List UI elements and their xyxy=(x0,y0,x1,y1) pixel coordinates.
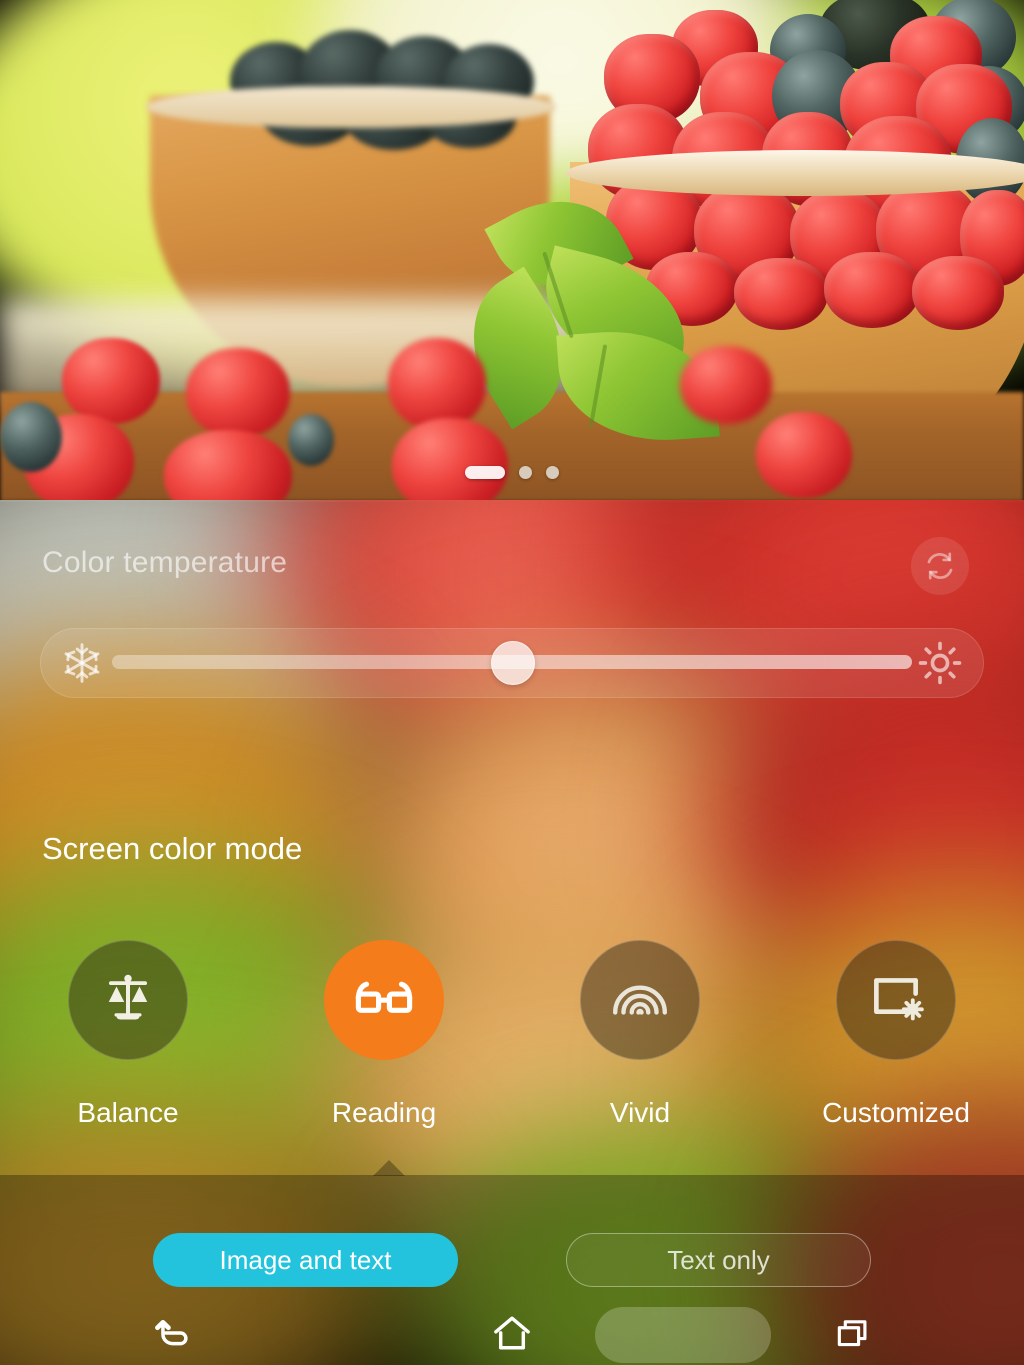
selection-pointer xyxy=(373,1160,405,1176)
nav-back-button[interactable] xyxy=(0,1305,341,1365)
page-dot-active[interactable] xyxy=(465,466,505,479)
mode-icon-circle[interactable] xyxy=(68,940,188,1060)
phone-screen: Color temperature Screen color mode Bala… xyxy=(0,0,1024,1365)
mode-option-balance[interactable]: Balance xyxy=(0,940,256,1129)
mode-option-vivid[interactable]: Vivid xyxy=(512,940,768,1129)
slider-thumb[interactable] xyxy=(491,641,535,685)
mode-icon-circle[interactable] xyxy=(580,940,700,1060)
screen-color-mode-label: Screen color mode xyxy=(42,831,303,866)
snowflake-icon xyxy=(60,641,104,685)
page-dot[interactable] xyxy=(546,466,559,479)
berries-preview-photo xyxy=(0,0,1024,500)
rainbow-arcs-icon xyxy=(609,967,671,1034)
mode-option-reading[interactable]: Reading xyxy=(256,940,512,1129)
page-indicator[interactable] xyxy=(0,466,1024,479)
reset-refresh-icon[interactable] xyxy=(911,537,969,595)
reading-options: Image and text Text only xyxy=(0,1233,1024,1287)
mode-label: Balance xyxy=(77,1097,179,1128)
mode-label: Customized xyxy=(822,1097,970,1128)
image-and-text-button[interactable]: Image and text xyxy=(153,1233,458,1287)
text-only-button[interactable]: Text only xyxy=(566,1233,871,1287)
mode-icon-circle[interactable] xyxy=(324,940,444,1060)
mode-option-customized[interactable]: Customized xyxy=(768,940,1024,1129)
page-dot[interactable] xyxy=(519,466,532,479)
color-temperature-label: Color temperature xyxy=(42,546,288,579)
balance-scales-icon xyxy=(98,968,158,1033)
home-icon xyxy=(489,1310,535,1361)
sun-icon xyxy=(918,641,962,685)
nav-home-button[interactable] xyxy=(341,1305,682,1365)
system-navigation-bar xyxy=(0,1305,1024,1365)
screen-gear-icon xyxy=(865,967,927,1034)
mode-label: Reading xyxy=(331,1097,437,1128)
recents-icon xyxy=(832,1312,874,1359)
screen-color-mode-options: Balance Reading Vivid Customized xyxy=(0,940,1024,1129)
back-arrow-icon xyxy=(149,1311,193,1360)
mode-label: Vivid xyxy=(609,1097,671,1128)
nav-recents-button[interactable] xyxy=(683,1305,1024,1365)
glasses-icon xyxy=(352,966,416,1035)
mode-icon-circle[interactable] xyxy=(836,940,956,1060)
